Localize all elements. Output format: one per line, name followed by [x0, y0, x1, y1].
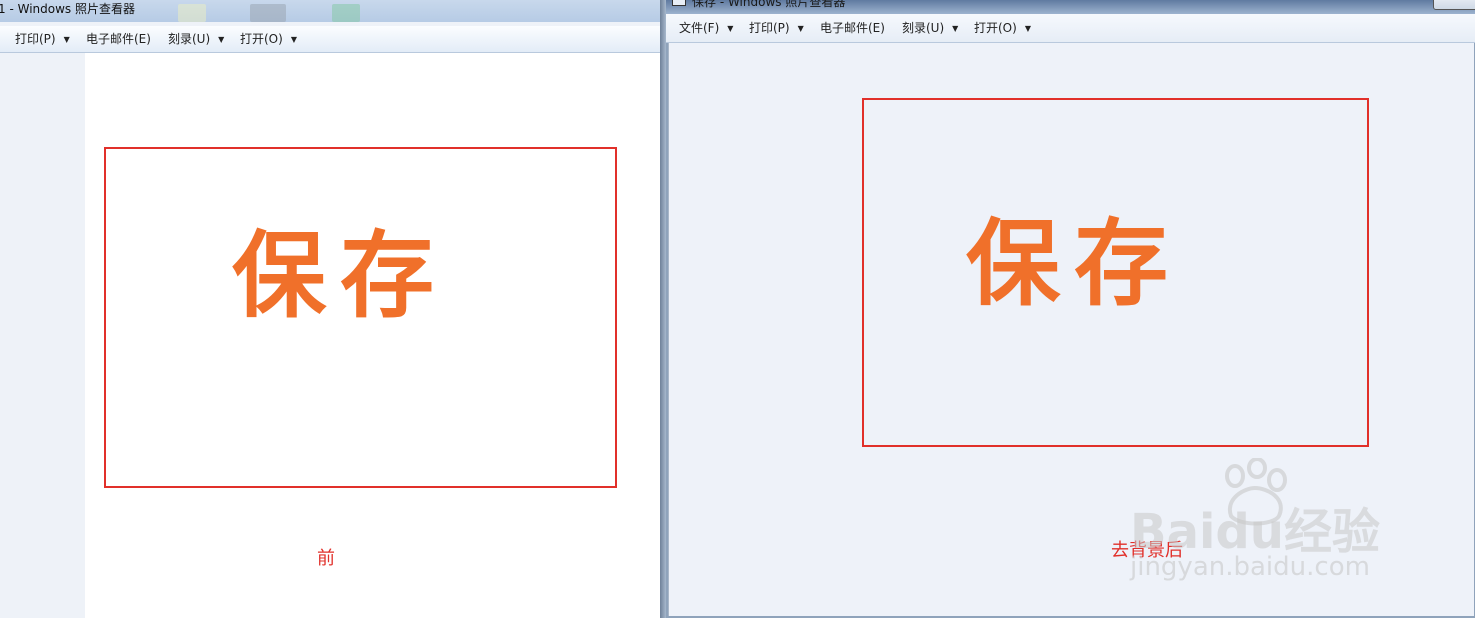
- menu-open-label: 打开(O): [974, 21, 1017, 35]
- menu-open-label: 打开(O): [240, 32, 283, 46]
- menu-print[interactable]: 打印(P) ▼: [15, 26, 70, 52]
- menu-open[interactable]: 打开(O) ▼: [240, 26, 297, 52]
- menu-print-label: 打印(P): [15, 32, 56, 46]
- save-image-text: 保存: [232, 222, 449, 331]
- menu-file-label: 文件(F): [679, 21, 720, 35]
- chevron-down-icon: ▼: [218, 35, 225, 44]
- menu-print[interactable]: 打印(P) ▼: [749, 14, 804, 42]
- menu-burn[interactable]: 刻录(U) ▼: [168, 26, 224, 52]
- taskbar-thumbnail: [178, 4, 206, 22]
- chevron-down-icon: ▼: [797, 24, 804, 33]
- save-image-text: 保存: [966, 210, 1183, 319]
- caption-before: 前: [317, 548, 335, 569]
- menu-burn-label: 刻录(U): [902, 21, 945, 35]
- menu-email[interactable]: 电子邮件(E): [86, 26, 151, 52]
- window-border: [660, 0, 666, 618]
- window-title: 保存 - Windows 照片查看器: [692, 0, 846, 9]
- title-bar: 1 - Windows 照片查看器: [0, 0, 662, 22]
- menu-burn-label: 刻录(U): [168, 32, 211, 46]
- chevron-down-icon: ▼: [727, 24, 734, 33]
- viewer-side-strip: [0, 53, 85, 618]
- menu-bar: 文件(F) ▼ 打印(P) ▼ 电子邮件(E) 刻录(U) ▼ 打开(O) ▼: [666, 14, 1475, 43]
- chevron-down-icon: ▼: [290, 35, 297, 44]
- close-button[interactable]: [1433, 0, 1475, 10]
- app-icon: [672, 0, 686, 6]
- menu-burn[interactable]: 刻录(U) ▼: [902, 14, 958, 42]
- taskbar-thumbnail: [250, 4, 286, 22]
- menu-bar: 打印(P) ▼ 电子邮件(E) 刻录(U) ▼ 打开(O) ▼: [0, 26, 662, 53]
- menu-open[interactable]: 打开(O) ▼: [974, 14, 1031, 42]
- menu-email-label: 电子邮件(E): [820, 21, 885, 35]
- menu-email[interactable]: 电子邮件(E): [820, 14, 885, 42]
- taskbar-thumbnail: [332, 4, 360, 22]
- chevron-down-icon: ▼: [952, 24, 959, 33]
- menu-print-label: 打印(P): [749, 21, 790, 35]
- photo-viewer-window-left: 1 - Windows 照片查看器 打印(P) ▼ 电子邮件(E) 刻录(U) ▼ …: [0, 0, 662, 618]
- menu-email-label: 电子邮件(E): [86, 32, 151, 46]
- title-bar: 保存 - Windows 照片查看器: [666, 0, 1475, 14]
- menu-file[interactable]: 文件(F) ▼: [679, 14, 733, 42]
- window-title: 1 - Windows 照片查看器: [0, 2, 135, 16]
- chevron-down-icon: ▼: [63, 35, 70, 44]
- chevron-down-icon: ▼: [1024, 24, 1031, 33]
- watermark-url: jingyan.baidu.com: [1130, 552, 1370, 582]
